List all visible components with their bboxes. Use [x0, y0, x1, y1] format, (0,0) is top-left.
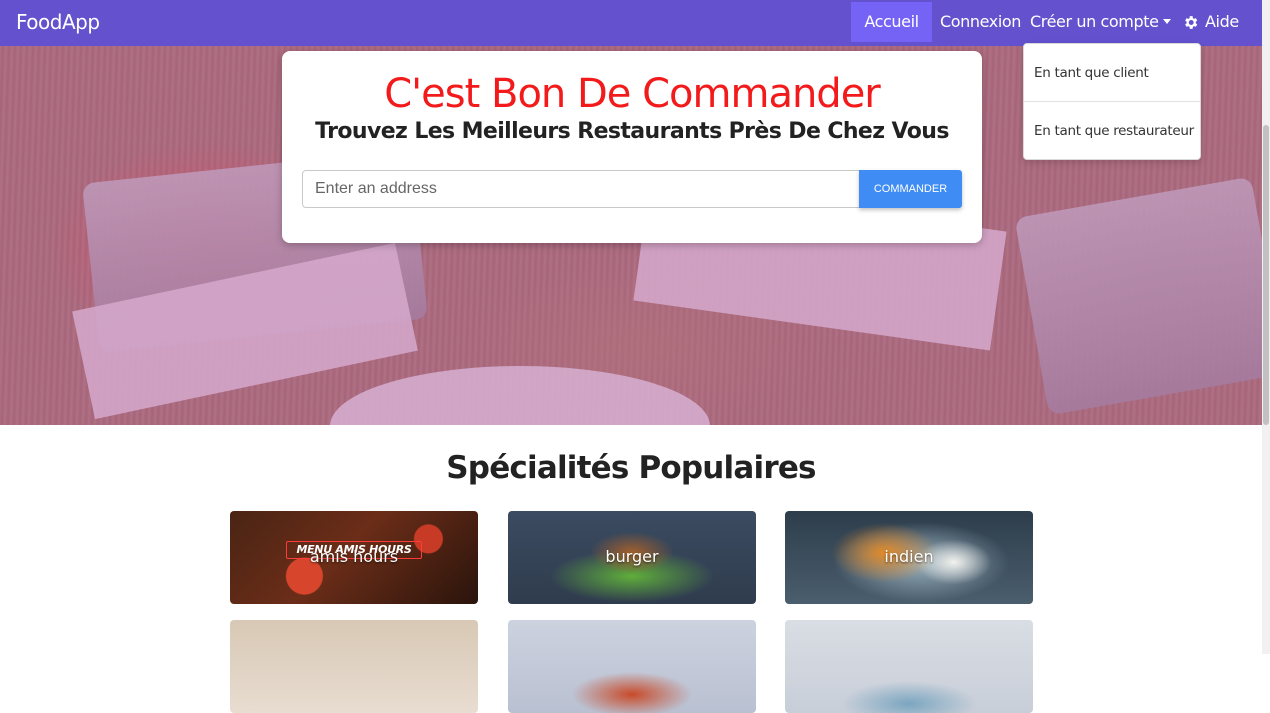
brand-logo[interactable]: FoodApp — [16, 10, 100, 34]
page-scrollbar[interactable] — [1262, 0, 1270, 654]
nav-accueil[interactable]: Accueil — [851, 2, 932, 42]
address-input[interactable] — [302, 170, 860, 208]
specialite-card-4[interactable] — [230, 620, 478, 713]
scrollbar-thumb[interactable] — [1263, 125, 1269, 425]
plate-image — [330, 366, 710, 425]
specialites-title: Spécialités Populaires — [446, 450, 816, 486]
search-card: C'est Bon De Commander Trouvez Les Meill… — [282, 51, 982, 243]
top-navbar: FoodApp Accueil Connexion Créer un compt… — [0, 0, 1262, 46]
caret-down-icon — [1162, 19, 1171, 24]
specialite-label: amis hours — [309, 547, 399, 566]
specialite-card-indien[interactable]: indien — [785, 511, 1033, 604]
food-tray-image-right — [1014, 176, 1262, 416]
nav-aide[interactable]: Aide — [1174, 2, 1247, 42]
nav-creer-compte[interactable]: Créer un compte — [1022, 2, 1179, 42]
dropdown-item-restaurateur[interactable]: En tant que restaurateur — [1024, 102, 1200, 160]
commander-button[interactable]: COMMANDER — [859, 170, 962, 208]
specialite-card-burger[interactable]: burger — [508, 511, 756, 604]
nav-connexion[interactable]: Connexion — [932, 2, 1029, 42]
specialite-card-6[interactable] — [785, 620, 1033, 713]
specialite-card-amis-hours[interactable]: MENU AMIS HOURS amis hours — [230, 511, 478, 604]
creer-compte-dropdown: En tant que client En tant que restaurat… — [1023, 43, 1201, 160]
specialite-label: indien — [884, 547, 934, 566]
nav-creer-label: Créer un compte — [1030, 12, 1159, 31]
dropdown-item-client[interactable]: En tant que client — [1024, 44, 1200, 102]
specialite-label: burger — [605, 547, 659, 566]
specialite-card-5[interactable] — [508, 620, 756, 713]
hero-subtitle: Trouvez Les Meilleurs Restaurants Près D… — [315, 119, 949, 144]
nav-aide-label: Aide — [1205, 12, 1239, 31]
gear-icon — [1185, 15, 1198, 29]
napkin-image — [72, 242, 418, 420]
hero-title: C'est Bon De Commander — [384, 71, 881, 117]
